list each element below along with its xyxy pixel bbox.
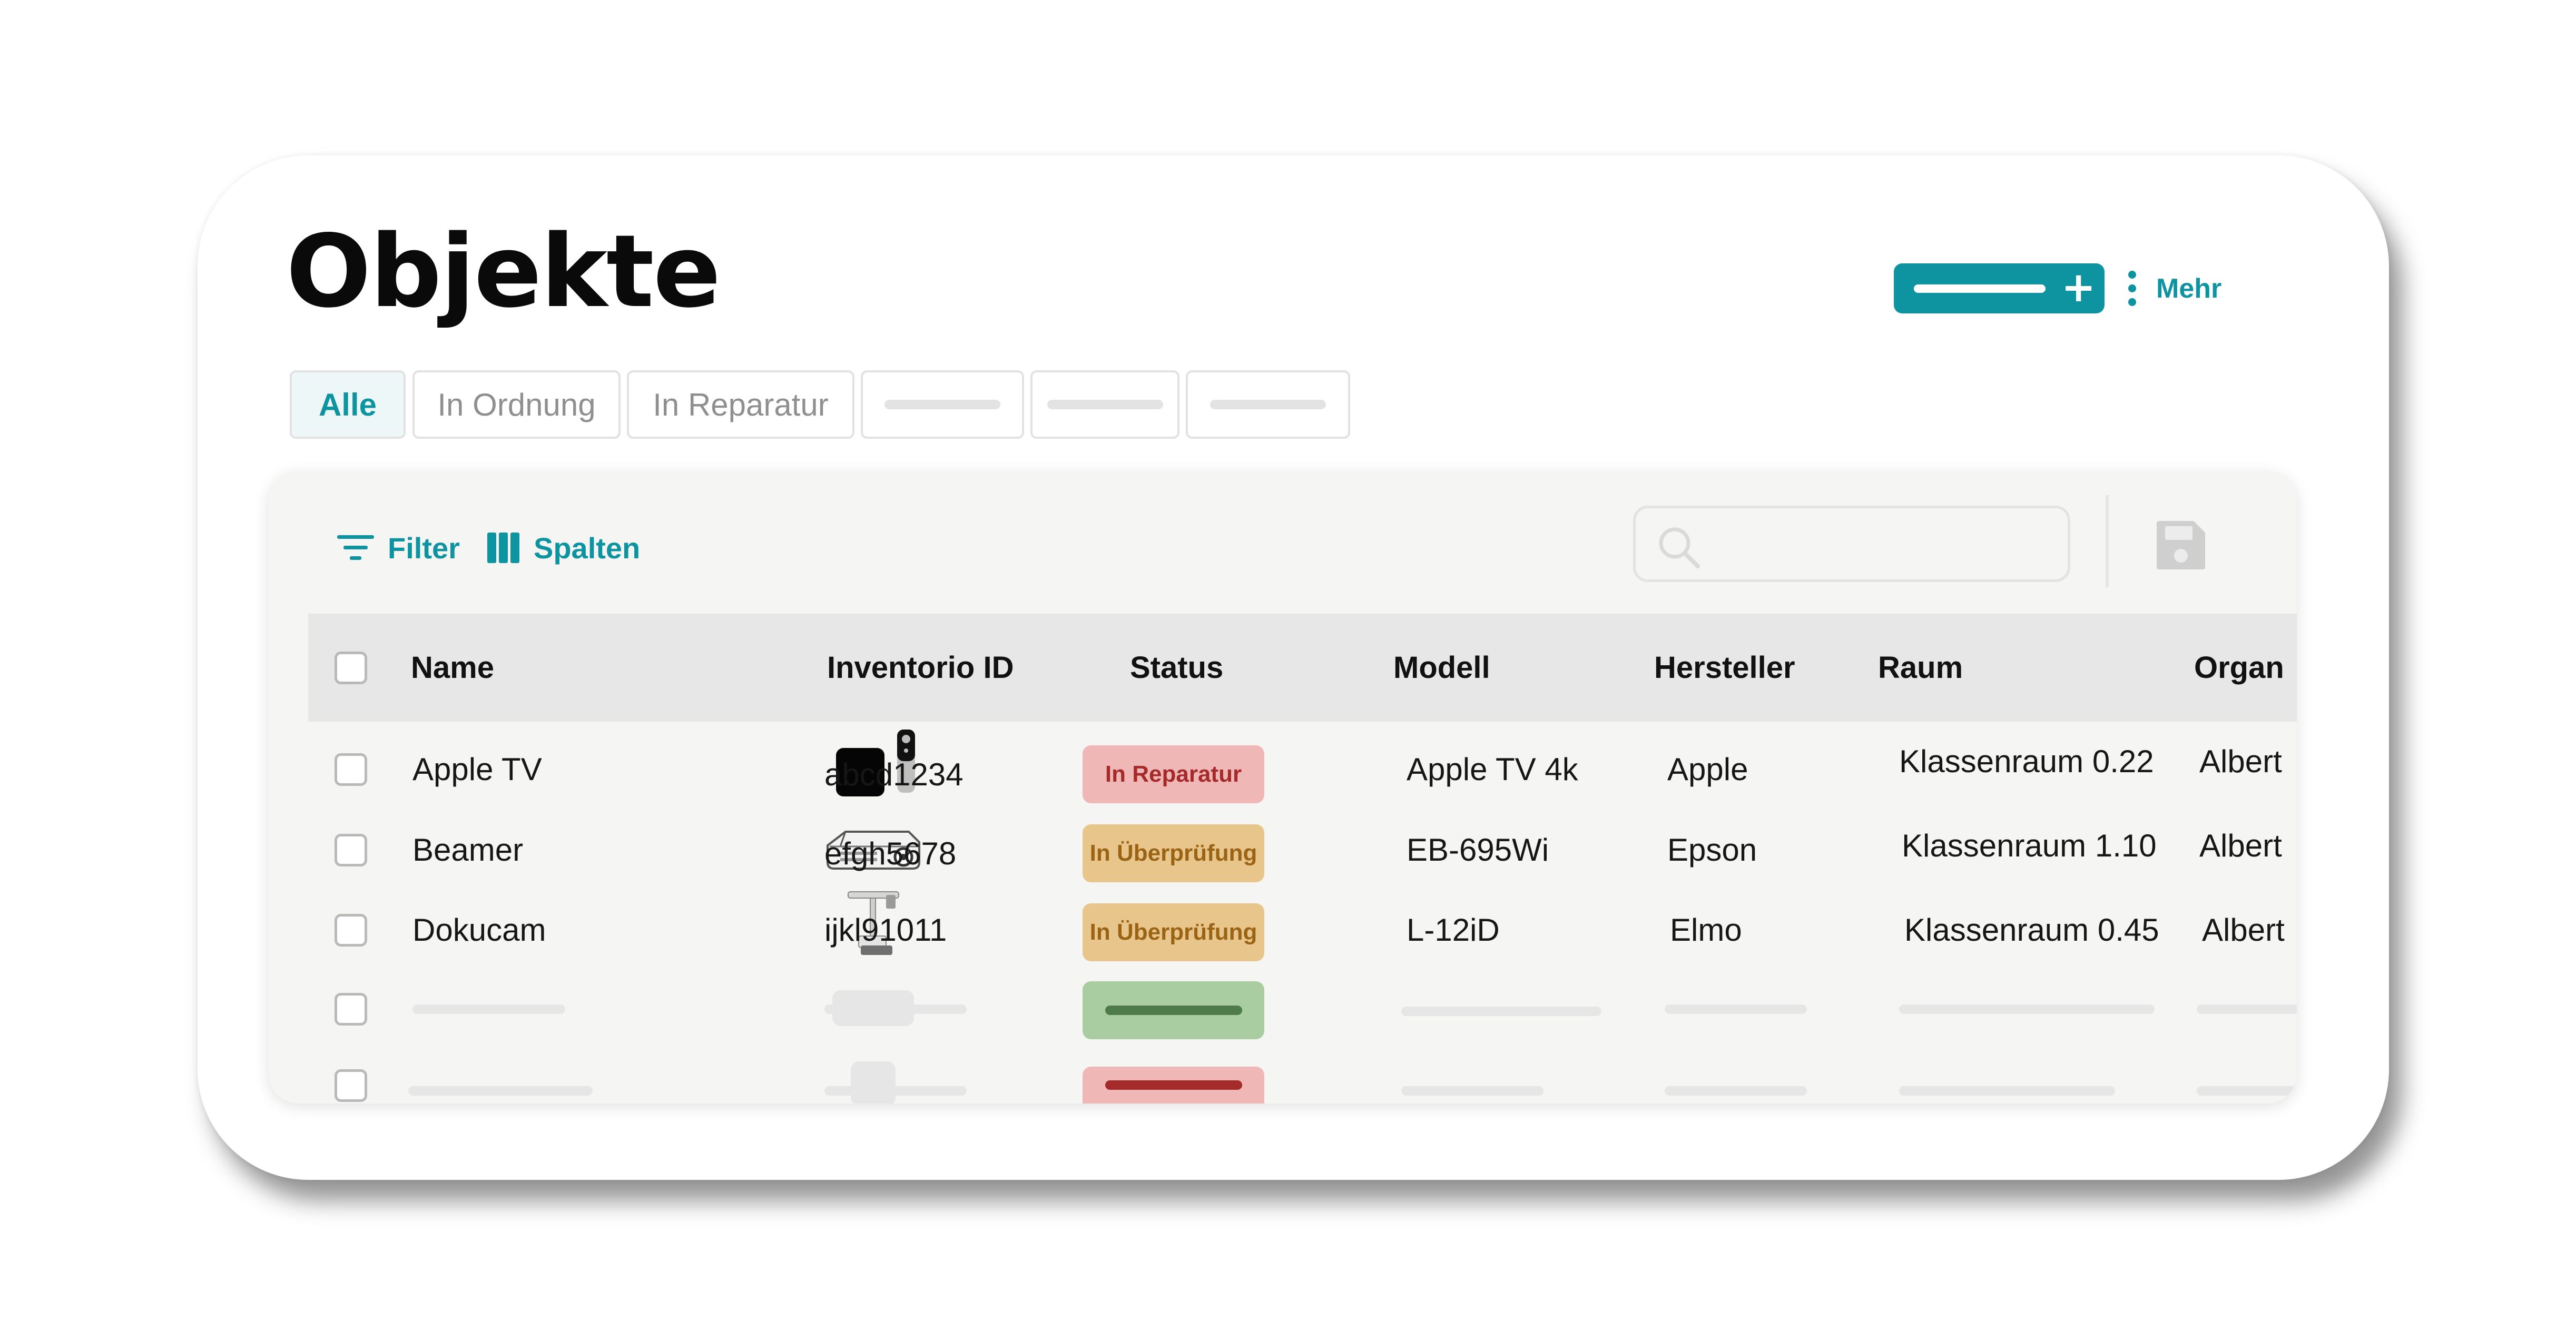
kebab-icon (2128, 271, 2136, 306)
column-header-organisation[interactable]: Organ (2194, 614, 2284, 722)
status-badge: In Reparatur (1083, 745, 1264, 803)
toolbar-divider (2106, 495, 2109, 587)
row-organisation: Albert (2202, 912, 2285, 948)
row-name: Apple TV (412, 751, 542, 787)
more-label: Mehr (2156, 273, 2222, 304)
filter-label: Filter (388, 531, 460, 565)
placeholder-bar (1899, 1004, 2155, 1014)
filter-icon (337, 535, 374, 560)
row-inventory-id: abcd1234 (824, 756, 963, 792)
row-model: L-12iD (1407, 912, 1500, 948)
status-badge: In Überprüfung (1083, 824, 1264, 882)
placeholder-bar (1665, 1086, 1807, 1096)
row-model: EB-695Wi (1407, 832, 1549, 868)
add-button-label-placeholder (1914, 284, 2046, 293)
row-checkbox[interactable] (335, 914, 367, 947)
placeholder-bar (2197, 1004, 2297, 1014)
page-title: Objekte (286, 213, 721, 330)
more-button[interactable]: Mehr (2128, 266, 2221, 311)
row-room: Klassenraum 0.22 (1899, 743, 2154, 779)
row-room: Klassenraum 0.45 (1904, 912, 2159, 948)
tab-in-reparatur[interactable]: In Reparatur (627, 370, 854, 439)
column-header-inventory-id[interactable]: Inventorio ID (827, 614, 1014, 722)
status-badge-placeholder (1083, 981, 1264, 1039)
row-inventory-id: efgh5678 (824, 835, 957, 871)
placeholder-bar (1401, 1086, 1543, 1096)
select-all-checkbox[interactable] (335, 652, 367, 684)
placeholder-bar (1401, 1007, 1601, 1016)
placeholder-bar (408, 1086, 593, 1096)
row-name: Beamer (412, 832, 524, 868)
row-model: Apple TV 4k (1407, 751, 1578, 787)
placeholder-bar (824, 1004, 967, 1014)
columns-button[interactable]: Spalten (487, 524, 640, 572)
row-inventory-id: ijkl91011 (824, 912, 947, 948)
plus-icon: + (2061, 264, 2096, 311)
columns-icon (487, 533, 519, 563)
placeholder-bar (824, 1086, 967, 1096)
row-name: Dokucam (412, 912, 546, 948)
row-manufacturer: Apple (1667, 751, 1748, 787)
filter-button[interactable]: Filter (337, 524, 460, 572)
placeholder-bar (412, 1004, 565, 1014)
tab-alle[interactable]: Alle (290, 370, 406, 439)
column-header-status[interactable]: Status (1130, 614, 1223, 722)
row-checkbox[interactable] (335, 834, 367, 866)
status-badge: In Überprüfung (1083, 903, 1264, 961)
placeholder-thumb (851, 1061, 896, 1104)
row-manufacturer: Epson (1667, 832, 1757, 868)
column-header-manufacturer[interactable]: Hersteller (1654, 614, 1795, 722)
placeholder-bar (2197, 1086, 2297, 1096)
table-panel: Filter Spalten Name Inventorio ID Status… (269, 471, 2297, 1104)
placeholder-bar (1665, 1004, 1807, 1014)
row-checkbox[interactable] (335, 1069, 367, 1102)
column-header-room[interactable]: Raum (1878, 614, 1963, 722)
row-room: Klassenraum 1.10 (1902, 827, 2157, 863)
add-object-button[interactable]: + (1894, 263, 2105, 313)
row-manufacturer: Elmo (1670, 912, 1742, 948)
column-header-model[interactable]: Modell (1393, 614, 1490, 722)
columns-label: Spalten (534, 531, 641, 565)
row-organisation: Albert (2199, 827, 2282, 863)
search-input[interactable] (1633, 506, 2070, 582)
placeholder-bar (1899, 1086, 2115, 1096)
row-checkbox[interactable] (335, 993, 367, 1026)
tab-placeholder-3[interactable] (1186, 370, 1350, 439)
save-icon[interactable] (2155, 519, 2207, 572)
tab-placeholder-2[interactable] (1030, 370, 1179, 439)
tab-in-ordnung[interactable]: In Ordnung (412, 370, 621, 439)
tab-placeholder-1[interactable] (861, 370, 1024, 439)
table-header: Name Inventorio ID Status Modell Herstel… (308, 614, 2297, 722)
row-checkbox[interactable] (335, 753, 367, 786)
status-badge-placeholder (1083, 1067, 1264, 1104)
objects-card: Objekte + Mehr Alle In Ordnung In Repara… (198, 155, 2389, 1180)
search-icon (1659, 527, 1700, 568)
column-header-name[interactable]: Name (411, 614, 494, 722)
row-organisation: Albert (2199, 743, 2282, 779)
